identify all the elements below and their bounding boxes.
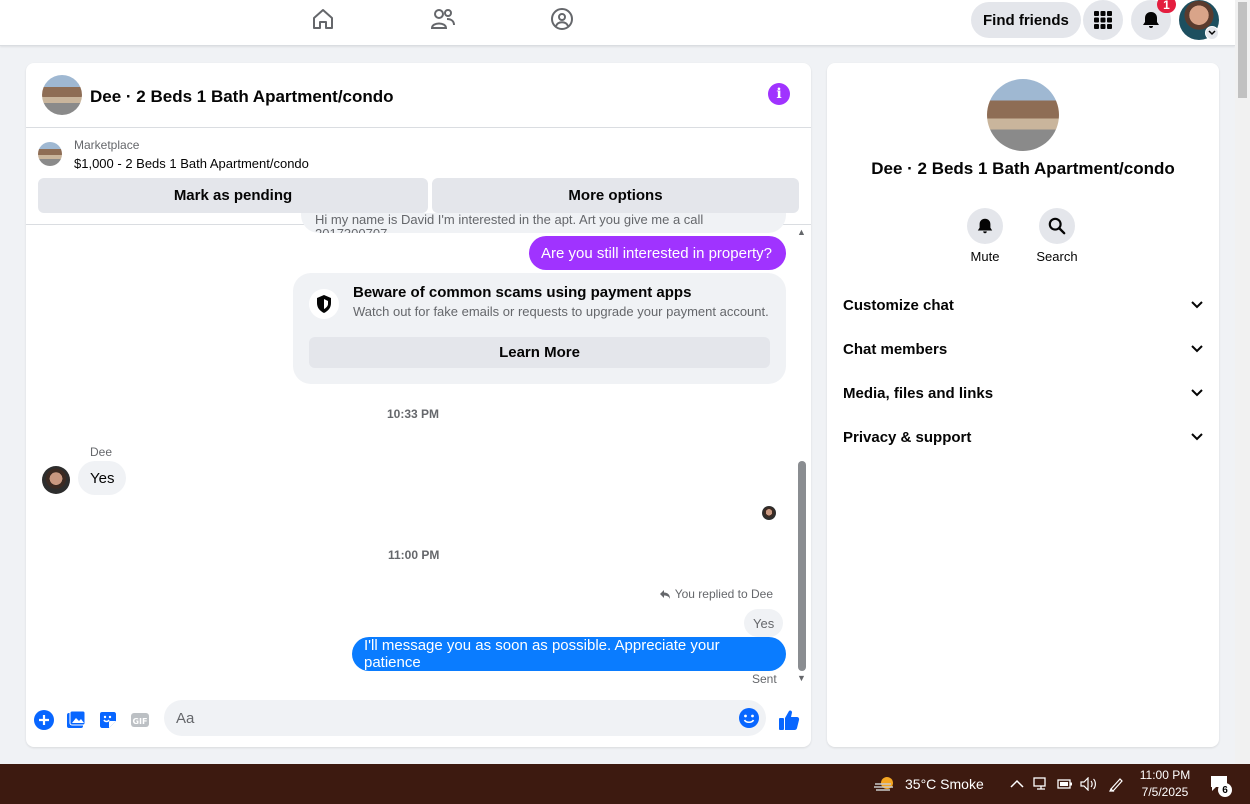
pen-icon[interactable] — [1108, 764, 1124, 804]
message-bubble-cut: Hi my name is David I'm interested in th… — [301, 213, 786, 233]
chevron-down-icon — [1191, 345, 1203, 353]
timestamp: 10:33 PM — [387, 407, 440, 421]
chat-header: Dee · 2 Beds 1 Bath Apartment/condo i — [26, 63, 811, 128]
mute-label: Mute — [970, 249, 1000, 264]
chat-scrollbar[interactable]: ▲ ▼ — [795, 225, 811, 687]
gif-icon[interactable]: GIF — [129, 709, 151, 731]
outgoing-message[interactable]: I'll message you as soon as possible. Ap… — [352, 637, 786, 671]
chevron-down-icon — [1191, 301, 1203, 309]
marketplace-bar: Marketplace $1,000 - 2 Beds 1 Bath Apart… — [26, 129, 811, 225]
page-scrollbar[interactable] — [1235, 0, 1250, 764]
timestamp: 11:00 PM — [388, 548, 440, 562]
marketplace-label: Marketplace — [74, 138, 140, 152]
friends-icon[interactable] — [430, 6, 456, 32]
chevron-down-icon[interactable] — [1205, 26, 1219, 40]
sender-avatar[interactable] — [42, 466, 70, 494]
weather-icon — [874, 777, 893, 791]
battery-icon[interactable] — [1057, 764, 1073, 804]
show-hidden-icons-chevron[interactable] — [1010, 764, 1024, 804]
reply-icon — [659, 589, 670, 599]
search-action[interactable]: Search — [1027, 208, 1087, 264]
chevron-down-icon — [1191, 433, 1203, 441]
windows-taskbar: 35°C Smoke 11:00 PM 7/5/2025 6 — [0, 764, 1250, 804]
reply-indicator: You replied to Dee — [659, 587, 773, 601]
weather-widget[interactable]: 35°C Smoke — [873, 764, 984, 804]
find-friends-button[interactable]: Find friends — [971, 2, 1081, 38]
reply-note-text: You replied to Dee — [674, 587, 773, 601]
volume-icon[interactable] — [1080, 764, 1098, 804]
accordion-chat-members[interactable]: Chat members — [843, 327, 1203, 371]
grid-icon — [1094, 11, 1112, 29]
accordion-label: Chat members — [843, 340, 948, 358]
thumbs-up-icon[interactable] — [777, 708, 801, 732]
message-list: Hi my name is David I'm interested in th… — [26, 213, 811, 695]
clock-date: 7/5/2025 — [1141, 785, 1189, 799]
clock-time: 11:00 PM — [1139, 768, 1191, 782]
sticker-icon[interactable] — [97, 709, 119, 731]
scam-warning-subtitle: Watch out for fake emails or requests to… — [353, 304, 769, 319]
svg-text:GIF: GIF — [132, 717, 147, 726]
system-clock[interactable]: 11:00 PM 7/5/2025 — [1130, 767, 1200, 801]
photo-icon[interactable] — [65, 709, 87, 731]
listing-avatar-large[interactable] — [987, 79, 1059, 151]
info-icon[interactable]: i — [768, 83, 790, 105]
accordion-customize-chat[interactable]: Customize chat — [843, 283, 1203, 327]
emoji-icon[interactable] — [738, 707, 760, 729]
message-input[interactable] — [164, 700, 766, 736]
chat-title[interactable]: Dee · 2 Beds 1 Bath Apartment/condo — [90, 87, 394, 107]
search-icon[interactable] — [1039, 208, 1075, 244]
chat-panel: Dee · 2 Beds 1 Bath Apartment/condo i Ma… — [26, 63, 811, 747]
listing-avatar[interactable] — [42, 75, 82, 115]
scroll-down-icon[interactable]: ▼ — [797, 673, 806, 683]
menu-grid-button[interactable] — [1083, 0, 1123, 40]
accordion-label: Privacy & support — [843, 428, 972, 446]
accordion-label: Customize chat — [843, 296, 954, 314]
more-options-button[interactable]: More options — [432, 178, 799, 213]
scrollbar-thumb[interactable] — [798, 461, 806, 671]
weather-text: 35°C Smoke — [905, 776, 984, 792]
incoming-message[interactable]: Yes — [78, 461, 127, 495]
bell-icon — [1143, 12, 1159, 28]
message-composer: GIF — [26, 697, 811, 747]
sent-status: Sent — [752, 672, 777, 686]
search-label: Search — [1036, 249, 1078, 264]
scam-warning-title: Beware of common scams using payment app… — [353, 284, 692, 301]
outgoing-message[interactable]: Are you still interested in property? — [529, 236, 786, 270]
quoted-message[interactable]: Yes — [744, 609, 784, 637]
top-navigation-bar: Find friends 1 — [0, 0, 1235, 46]
plus-icon[interactable] — [33, 709, 55, 731]
listing-thumbnail[interactable] — [38, 142, 62, 166]
notification-count-badge: 6 — [1218, 783, 1232, 797]
accordion-privacy-support[interactable]: Privacy & support — [843, 415, 1203, 459]
conversation-info-panel: Dee · 2 Beds 1 Bath Apartment/condo Mute… — [827, 63, 1219, 747]
listing-title[interactable]: $1,000 - 2 Beds 1 Bath Apartment/condo — [74, 156, 309, 171]
network-icon[interactable] — [1033, 764, 1049, 804]
accordion-label: Media, files and links — [843, 384, 994, 402]
sender-name: Dee — [90, 445, 113, 459]
learn-more-button[interactable]: Learn More — [309, 337, 770, 368]
groups-icon[interactable] — [549, 6, 575, 32]
scam-warning-card: Beware of common scams using payment app… — [293, 273, 786, 384]
shield-icon — [309, 289, 339, 319]
conversation-name: Dee · 2 Beds 1 Bath Apartment/condo — [871, 159, 1175, 178]
scroll-up-icon[interactable]: ▲ — [797, 227, 806, 237]
notification-badge: 1 — [1157, 0, 1176, 13]
home-icon[interactable] — [310, 6, 336, 32]
chevron-down-icon — [1191, 389, 1203, 397]
mute-action[interactable]: Mute — [955, 208, 1015, 264]
bell-icon[interactable] — [967, 208, 1003, 244]
mark-as-pending-button[interactable]: Mark as pending — [38, 178, 428, 213]
seen-indicator-avatar — [762, 506, 776, 520]
accordion-media-files-links[interactable]: Media, files and links — [843, 371, 1203, 415]
